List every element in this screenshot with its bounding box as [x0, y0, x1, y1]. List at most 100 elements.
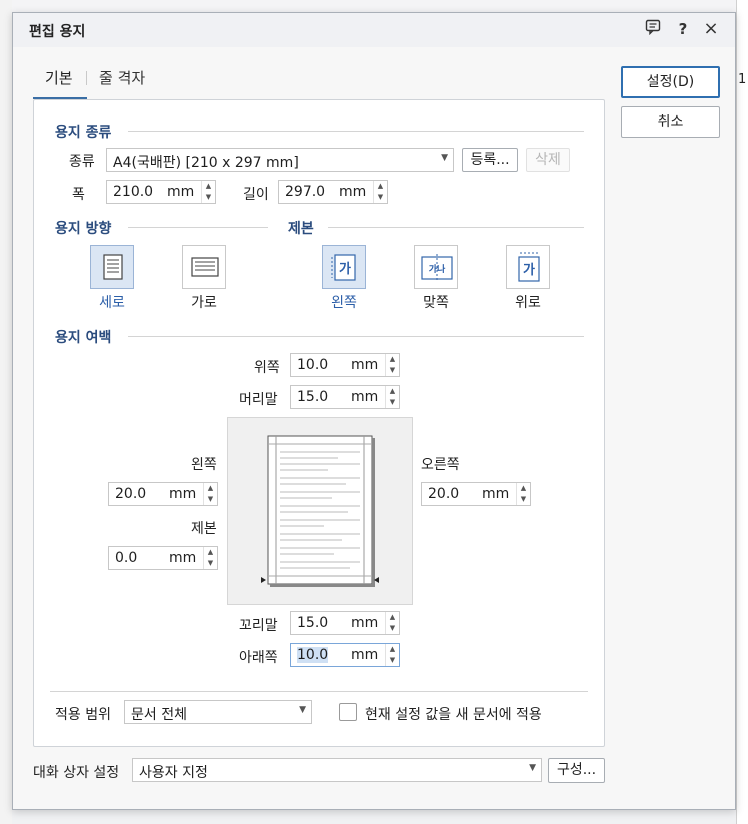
- paper-kind-select[interactable]: A4(국배판) [210 x 297 mm] ▼: [106, 148, 454, 172]
- binding-heading: 제본: [288, 221, 314, 237]
- binding-left-option[interactable]: 가: [322, 245, 366, 289]
- binding-top-label: 위로: [515, 295, 541, 311]
- right-margin-field[interactable]: 20.0 mm ▲ ▼: [421, 482, 531, 506]
- binding-facing-icon: 가나: [421, 254, 453, 282]
- section-divider: [128, 227, 268, 228]
- paper-kind-label: 종류: [69, 154, 95, 170]
- landscape-page-icon: [191, 257, 219, 277]
- portrait-label: 세로: [99, 295, 125, 311]
- binding-top-glyph: 가: [523, 263, 535, 278]
- dialog-settings-value: 사용자 지정: [139, 765, 208, 781]
- document-area: [736, 0, 748, 824]
- register-button[interactable]: 등록...: [462, 148, 518, 172]
- width-unit: mm: [167, 184, 195, 200]
- cancel-button[interactable]: 취소: [621, 106, 720, 138]
- header-margin-value: 15.0: [297, 389, 329, 405]
- feedback-icon[interactable]: [643, 19, 663, 39]
- section-divider: [128, 131, 584, 132]
- footer-margin-field[interactable]: 15.0 mm ▲ ▼: [290, 611, 400, 635]
- ok-button[interactable]: 설정(D): [621, 66, 720, 98]
- help-icon[interactable]: ?: [673, 19, 693, 39]
- bottom-margin-label: 아래쪽: [239, 650, 278, 666]
- gutter-unit: mm: [169, 550, 197, 566]
- page-setup-dialog: 편집 용지 ? × 기본 줄 격자 설정(D) 취소 용지 종류 종류 A4(국…: [12, 12, 736, 810]
- tab-basic[interactable]: 기본: [45, 67, 73, 88]
- paper-kind-heading: 용지 종류: [55, 125, 112, 141]
- right-margin-label: 오른쪽: [421, 457, 460, 473]
- right-margin-stepper[interactable]: ▲ ▼: [516, 483, 530, 505]
- binding-top-icon: 가: [518, 252, 540, 282]
- bottom-margin-stepper[interactable]: ▲ ▼: [385, 644, 399, 666]
- portrait-option[interactable]: [90, 245, 134, 289]
- footer-margin-unit: mm: [351, 615, 379, 631]
- configure-button[interactable]: 구성...: [548, 758, 605, 783]
- section-divider: [328, 227, 584, 228]
- left-margin-unit: mm: [169, 486, 197, 502]
- binding-facing-label: 맞쪽: [423, 295, 449, 311]
- register-button-label: 등록...: [470, 152, 510, 168]
- ok-button-label: 설정(D): [646, 74, 695, 90]
- binding-facing-glyph: 가나: [429, 263, 446, 275]
- dialog-settings-label: 대화 상자 설정: [33, 765, 120, 781]
- feedback-icon-svg: [645, 19, 661, 36]
- delete-button[interactable]: 삭제: [526, 148, 570, 172]
- landscape-option[interactable]: [182, 245, 226, 289]
- chevron-down-icon: ▼: [299, 705, 306, 715]
- dialog-titlebar: 편집 용지 ? ×: [13, 13, 735, 47]
- binding-facing-option[interactable]: 가나: [414, 245, 458, 289]
- header-margin-field[interactable]: 15.0 mm ▲ ▼: [290, 385, 400, 409]
- gutter-stepper[interactable]: ▲ ▼: [203, 547, 217, 569]
- binding-top-option[interactable]: 가: [506, 245, 550, 289]
- apply-new-doc-checkbox[interactable]: [339, 703, 357, 721]
- binding-left-glyph: 가: [339, 262, 351, 277]
- footer-margin-value: 15.0: [297, 615, 329, 631]
- cancel-button-label: 취소: [657, 114, 684, 130]
- basic-tab-panel: 용지 종류 종류 A4(국배판) [210 x 297 mm] ▼ 등록... …: [33, 99, 605, 747]
- footer-margin-stepper[interactable]: ▲ ▼: [385, 612, 399, 634]
- left-margin-label: 왼쪽: [191, 457, 217, 473]
- bottom-margin-field[interactable]: 10.0 mm ▲ ▼: [290, 643, 400, 667]
- configure-button-label: 구성...: [556, 762, 597, 778]
- width-field[interactable]: 210.0 mm ▲ ▼: [106, 180, 216, 204]
- dialog-settings-select[interactable]: 사용자 지정 ▼: [132, 758, 542, 782]
- gutter-field[interactable]: 0.0 mm ▲ ▼: [108, 546, 218, 570]
- bottom-margin-value: 10.0: [297, 647, 329, 663]
- bottom-margin-unit: mm: [351, 647, 379, 663]
- chevron-down-icon: ▼: [529, 763, 536, 773]
- binding-left-label: 왼쪽: [331, 295, 357, 311]
- width-value: 210.0: [113, 184, 154, 200]
- section-divider: [128, 336, 584, 337]
- right-margin-value: 20.0: [428, 486, 460, 502]
- tab-line-grid[interactable]: 줄 격자: [99, 67, 145, 88]
- orientation-heading: 용지 방향: [55, 221, 112, 237]
- left-margin-value: 20.0: [115, 486, 147, 502]
- right-margin-unit: mm: [482, 486, 510, 502]
- page-preview: [227, 417, 413, 605]
- apply-divider: [50, 691, 588, 692]
- landscape-label: 가로: [191, 295, 217, 311]
- tab-separator: [86, 71, 87, 85]
- left-margin-field[interactable]: 20.0 mm ▲ ▼: [108, 482, 218, 506]
- header-margin-unit: mm: [351, 389, 379, 405]
- ruler-number: 1: [738, 72, 747, 87]
- top-margin-label: 위쪽: [254, 360, 280, 376]
- delete-button-label: 삭제: [535, 152, 561, 168]
- top-margin-value: 10.0: [297, 357, 329, 373]
- top-margin-field[interactable]: 10.0 mm ▲ ▼: [290, 353, 400, 377]
- close-icon[interactable]: ×: [701, 19, 721, 39]
- left-margin-stepper[interactable]: ▲ ▼: [203, 483, 217, 505]
- apply-scope-select[interactable]: 문서 전체 ▼: [124, 700, 312, 724]
- binding-left-icon: 가: [331, 254, 356, 281]
- apply-scope-value: 문서 전체: [131, 707, 187, 723]
- header-margin-stepper[interactable]: ▲ ▼: [385, 386, 399, 408]
- length-value: 297.0: [285, 184, 326, 200]
- length-stepper[interactable]: ▲ ▼: [373, 181, 387, 203]
- length-unit: mm: [339, 184, 367, 200]
- top-margin-unit: mm: [351, 357, 379, 373]
- top-margin-stepper[interactable]: ▲ ▼: [385, 354, 399, 376]
- apply-new-doc-label: 현재 설정 값을 새 문서에 적용: [365, 707, 542, 723]
- width-stepper[interactable]: ▲ ▼: [201, 181, 215, 203]
- margins-heading: 용지 여백: [55, 330, 112, 346]
- gutter-label: 제본: [191, 521, 217, 537]
- length-field[interactable]: 297.0 mm ▲ ▼: [278, 180, 388, 204]
